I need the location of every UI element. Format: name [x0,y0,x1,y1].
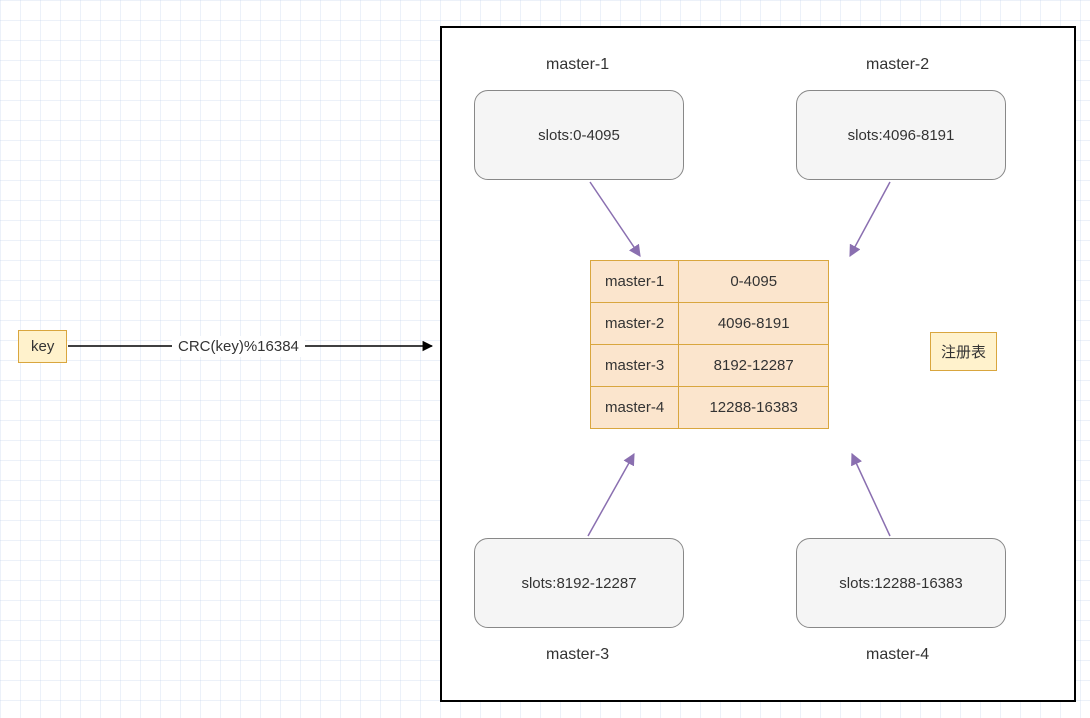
registry-label: 注册表 [930,332,997,371]
edge-formula-label: CRC(key)%16384 [172,336,305,357]
cell-range: 4096-8191 [679,303,829,345]
edge-formula-text: CRC(key)%16384 [178,338,299,355]
table-row: master-4 12288-16383 [591,387,829,429]
master-1-title: master-1 [546,56,609,74]
master-1-slots: slots:0-4095 [538,127,620,144]
cell-name: master-3 [591,345,679,387]
cell-range: 12288-16383 [679,387,829,429]
cell-name: master-4 [591,387,679,429]
master-3-slot-box: slots:8192-12287 [474,538,684,628]
cell-range: 8192-12287 [679,345,829,387]
cell-name: master-1 [591,261,679,303]
master-3-title: master-3 [546,646,609,664]
master-2-slot-box: slots:4096-8191 [796,90,1006,180]
master-2-title: master-2 [866,56,929,74]
master-3-slots: slots:8192-12287 [521,575,636,592]
table-row: master-2 4096-8191 [591,303,829,345]
registry-table: master-1 0-4095 master-2 4096-8191 maste… [590,260,829,429]
key-node-label: key [31,338,54,355]
master-2-slots: slots:4096-8191 [848,127,955,144]
cell-name: master-2 [591,303,679,345]
registry-label-text: 注册表 [941,344,986,361]
cell-range: 0-4095 [679,261,829,303]
master-4-slot-box: slots:12288-16383 [796,538,1006,628]
master-4-title: master-4 [866,646,929,664]
master-1-slot-box: slots:0-4095 [474,90,684,180]
master-4-slots: slots:12288-16383 [839,575,962,592]
key-node: key [18,330,67,363]
table-row: master-1 0-4095 [591,261,829,303]
table-row: master-3 8192-12287 [591,345,829,387]
